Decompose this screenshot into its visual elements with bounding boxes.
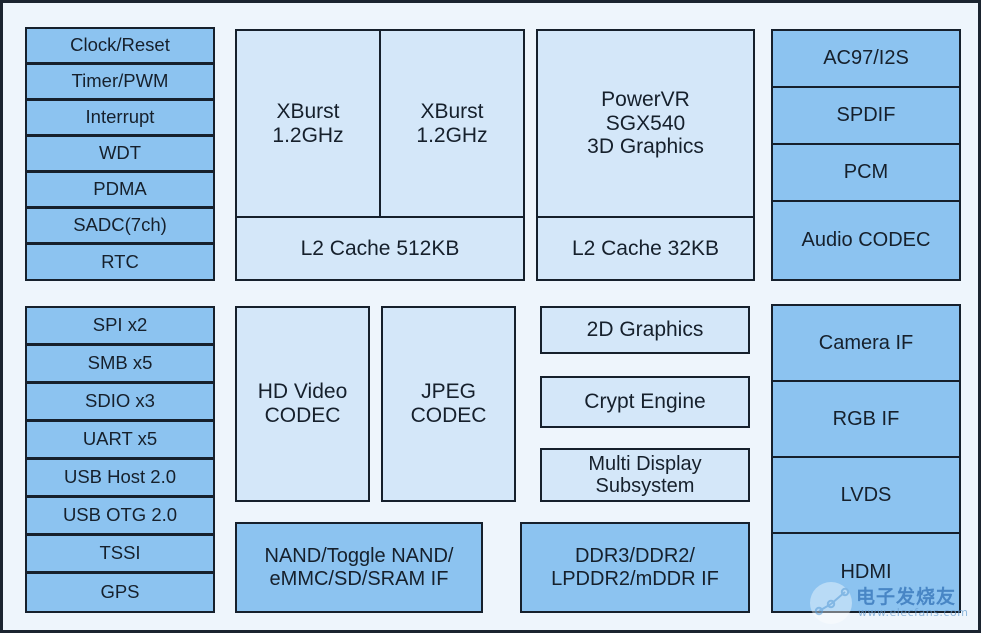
cpu-cluster-group: XBurst 1.2GHz XBurst 1.2GHz L2 Cache 512… (235, 29, 525, 281)
block-hd-video-codec[interactable]: HD Video CODEC (235, 306, 370, 502)
io-peripherals-group: SPI x2 SMB x5 SDIO x3 UART x5 USB Host 2… (25, 306, 215, 613)
block-camera-if[interactable]: Camera IF (771, 304, 961, 382)
block-sdio[interactable]: SDIO x3 (25, 382, 215, 421)
block-ddr-if[interactable]: DDR3/DDR2/ LPDDR2/mDDR IF (520, 522, 750, 613)
block-xburst-core-1[interactable]: XBurst 1.2GHz (379, 29, 525, 218)
block-tssi[interactable]: TSSI (25, 534, 215, 573)
media-codecs-group: HD Video CODEC JPEG CODEC (235, 306, 525, 502)
block-xburst-core-0[interactable]: XBurst 1.2GHz (235, 29, 381, 218)
block-rtc[interactable]: RTC (25, 243, 215, 281)
block-sadc[interactable]: SADC(7ch) (25, 207, 215, 244)
block-clock-reset[interactable]: Clock/Reset (25, 27, 215, 64)
block-usb-otg[interactable]: USB OTG 2.0 (25, 496, 215, 535)
display-interfaces-group: Camera IF RGB IF LVDS HDMI (771, 304, 961, 613)
gpu-cluster-group: PowerVR SGX540 3D Graphics L2 Cache 32KB (536, 29, 755, 281)
block-nand-emmc-sram-if[interactable]: NAND/Toggle NAND/ eMMC/SD/SRAM IF (235, 522, 483, 613)
block-spdif[interactable]: SPDIF (771, 86, 961, 145)
block-uart[interactable]: UART x5 (25, 420, 215, 459)
block-jpeg-codec[interactable]: JPEG CODEC (381, 306, 516, 502)
block-smb[interactable]: SMB x5 (25, 344, 215, 383)
memory-interfaces-group: NAND/Toggle NAND/ eMMC/SD/SRAM IF DDR3/D… (235, 522, 750, 613)
block-spi[interactable]: SPI x2 (25, 306, 215, 345)
block-crypt-engine[interactable]: Crypt Engine (540, 376, 750, 428)
audio-interfaces-group: AC97/I2S SPDIF PCM Audio CODEC (771, 29, 961, 281)
block-2d-graphics[interactable]: 2D Graphics (540, 306, 750, 354)
block-audio-codec[interactable]: Audio CODEC (771, 200, 961, 281)
block-multi-display-subsystem[interactable]: Multi Display Subsystem (540, 448, 750, 502)
block-timer-pwm[interactable]: Timer/PWM (25, 63, 215, 100)
block-wdt[interactable]: WDT (25, 135, 215, 172)
block-l2-cache-512kb[interactable]: L2 Cache 512KB (235, 216, 525, 281)
block-l2-cache-32kb[interactable]: L2 Cache 32KB (536, 216, 755, 281)
block-pcm[interactable]: PCM (771, 143, 961, 202)
block-gps[interactable]: GPS (25, 572, 215, 613)
block-hdmi[interactable]: HDMI (771, 532, 961, 613)
system-peripherals-group: Clock/Reset Timer/PWM Interrupt WDT PDMA… (25, 27, 215, 281)
block-lvds[interactable]: LVDS (771, 456, 961, 534)
block-interrupt[interactable]: Interrupt (25, 99, 215, 136)
block-rgb-if[interactable]: RGB IF (771, 380, 961, 458)
block-powervr-sgx540[interactable]: PowerVR SGX540 3D Graphics (536, 29, 755, 218)
soc-block-diagram: Clock/Reset Timer/PWM Interrupt WDT PDMA… (0, 0, 981, 633)
block-usb-host[interactable]: USB Host 2.0 (25, 458, 215, 497)
graphics-engines-group: 2D Graphics Crypt Engine Multi Display S… (540, 306, 750, 502)
block-ac97-i2s[interactable]: AC97/I2S (771, 29, 961, 88)
block-pdma[interactable]: PDMA (25, 171, 215, 208)
